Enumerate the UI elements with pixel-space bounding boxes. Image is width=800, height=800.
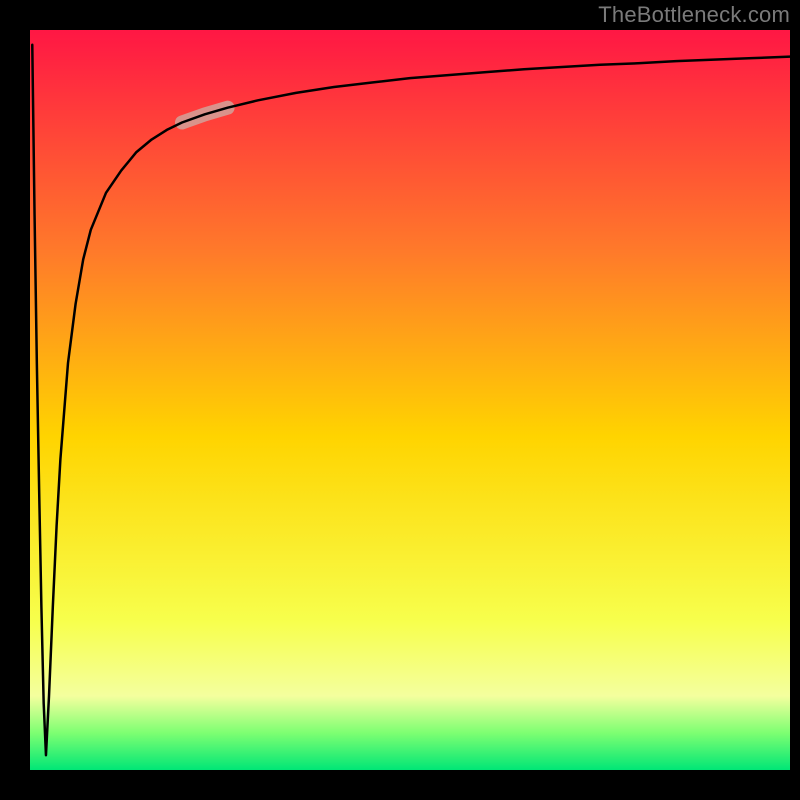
bottleneck-curve [32,45,790,755]
chart-stage: TheBottleneck.com [0,0,800,800]
attribution-text: TheBottleneck.com [598,2,790,28]
plot-area [30,30,790,770]
curve-layer [30,30,790,770]
